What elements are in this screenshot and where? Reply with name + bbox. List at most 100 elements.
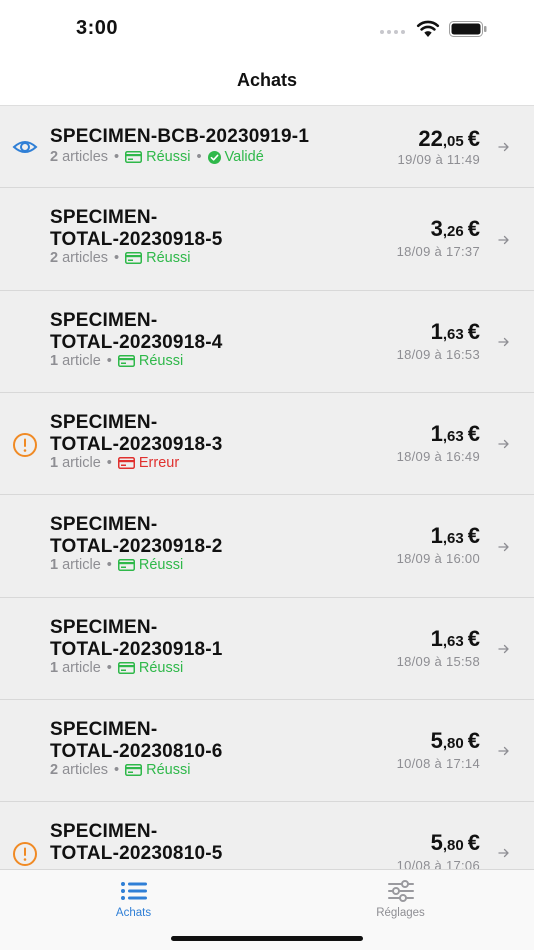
price-currency: € [467,319,480,344]
payment-status: Réussi [117,557,183,573]
payment-status: Erreur [117,455,180,471]
purchase-title-line: TOTAL-20230918-3 [50,434,223,455]
tab-reglages[interactable]: Réglages [267,870,534,925]
arrow-right-icon [498,439,509,449]
article-word: articles [62,149,109,165]
purchase-title-line: SPECIMEN- [50,617,158,638]
separator-dot: • [106,353,112,369]
purchase-meta: 1 article • Réussi [50,660,183,676]
price-decimal: ,63 [442,326,464,343]
article-word: articles [62,250,109,266]
price-integer: 22 [418,126,443,151]
price-integer: 1 [430,319,443,344]
purchase-row[interactable]: SPECIMEN- TOTAL-20230918-1 1 article • Réuss… [0,598,534,700]
arrow-right-icon [498,542,509,551]
arrow-right-icon [498,337,509,347]
purchase-title: SPECIMEN- TOTAL-20230810-5 [50,821,223,865]
separator-dot: • [106,455,112,471]
article-count: 1 [50,455,59,471]
purchase-title-line: TOTAL-20230918-2 [50,536,223,557]
separator-dot: • [196,149,202,165]
price-currency: € [467,523,480,548]
purchase-price: 1,63 € [431,421,480,447]
purchase-row[interactable]: SPECIMEN- TOTAL-20230810-6 2 articles • Réus… [0,700,534,802]
price-decimal: ,80 [442,735,464,752]
purchase-row[interactable]: SPECIMEN-BCB-20230919-1 2 articles • Réussi… [0,106,534,188]
separator-dot: • [114,250,120,266]
article-count: 1 [50,353,59,369]
sliders-icon [388,880,414,902]
price-decimal: ,63 [442,633,464,650]
status-time: 3:00 [76,17,119,39]
price-integer: 1 [430,523,443,548]
purchase-price: 1,63 € [431,319,480,345]
payment-status-label: Réussi [146,149,191,165]
purchase-date: 19/09 à 11:49 [397,152,480,167]
purchase-date: 18/09 à 16:53 [396,347,480,362]
purchase-meta: 2 articles • Réussi • Validé [50,149,264,165]
validation-status: Validé [207,149,264,165]
warning-icon[interactable] [12,841,38,867]
purchase-row[interactable]: SPECIMEN- TOTAL-20230810-5 5,80 €10/08 à 17… [0,802,534,869]
tab-label-reglages: Réglages [376,907,425,919]
article-count: 1 [50,660,59,676]
purchase-meta: 2 articles • Réussi [50,250,190,266]
purchase-list[interactable]: SPECIMEN-BCB-20230919-1 2 articles • Réussi… [0,105,534,869]
price-decimal: ,80 [442,837,464,854]
payment-status-label: Réussi [146,250,191,266]
payment-status: Réussi [125,250,190,266]
purchase-title: SPECIMEN- TOTAL-20230918-4 [50,310,223,354]
purchase-row[interactable]: SPECIMEN- TOTAL-20230918-5 2 articles • Réus… [0,188,534,291]
purchase-title-line: TOTAL-20230918-4 [50,332,223,353]
credit-card-icon [117,559,135,571]
price-integer: 1 [430,421,443,446]
article-count: 2 [50,149,59,165]
wifi-icon [416,20,440,37]
separator-dot: • [114,149,120,165]
price-integer: 5 [430,830,443,855]
payment-status: Réussi [117,353,183,369]
purchase-meta: 1 article • Réussi [50,353,183,369]
price-decimal: ,63 [442,428,464,445]
arrow-right-icon [498,644,509,654]
purchase-price: 3,26 € [431,216,480,242]
credit-card-icon [117,457,135,469]
article-word: article [62,455,101,471]
price-decimal: ,26 [442,223,464,240]
purchase-date: 10/08 à 17:14 [396,756,480,771]
purchase-meta: 1 article • Erreur [50,455,179,471]
separator-dot: • [106,660,112,676]
warning-icon[interactable] [12,432,38,458]
battery-icon [449,21,487,37]
purchase-row[interactable]: SPECIMEN- TOTAL-20230918-3 1 article • Erreu… [0,393,534,495]
price-currency: € [467,126,480,151]
purchase-date: 18/09 à 16:49 [396,449,480,464]
purchase-title-line: SPECIMEN- [50,310,158,331]
price-integer: 5 [430,728,443,753]
tab-achats[interactable]: Achats [0,870,267,925]
article-word: articles [62,762,109,778]
credit-card-icon [125,252,143,264]
purchase-title-line: SPECIMEN- [50,412,158,433]
eye-icon[interactable] [12,134,38,160]
purchase-title: SPECIMEN- TOTAL-20230810-6 [50,719,223,763]
purchase-title: SPECIMEN- TOTAL-20230918-2 [50,514,223,558]
purchase-row[interactable]: SPECIMEN- TOTAL-20230918-2 1 article • Réuss… [0,495,534,598]
credit-card-icon [125,151,143,163]
payment-status-label: Erreur [138,455,180,471]
separator-dot: • [114,762,120,778]
purchase-date: 18/09 à 15:58 [396,654,480,669]
article-count: 1 [50,557,59,573]
purchase-date: 18/09 à 16:00 [396,551,480,566]
payment-status-label: Réussi [146,762,191,778]
purchase-title-line: TOTAL-20230810-6 [50,741,223,762]
purchase-price: 1,63 € [431,626,480,652]
purchase-title: SPECIMEN- TOTAL-20230918-3 [50,412,223,456]
purchase-meta: 1 article • Réussi [50,557,183,573]
purchase-row[interactable]: SPECIMEN- TOTAL-20230918-4 1 article • Réuss… [0,291,534,393]
payment-status: Réussi [117,660,183,676]
purchase-title-line: SPECIMEN-BCB-20230919-1 [50,126,310,147]
purchase-title-line: TOTAL-20230810-5 [50,843,223,864]
article-count: 2 [50,250,59,266]
article-word: article [62,353,101,369]
